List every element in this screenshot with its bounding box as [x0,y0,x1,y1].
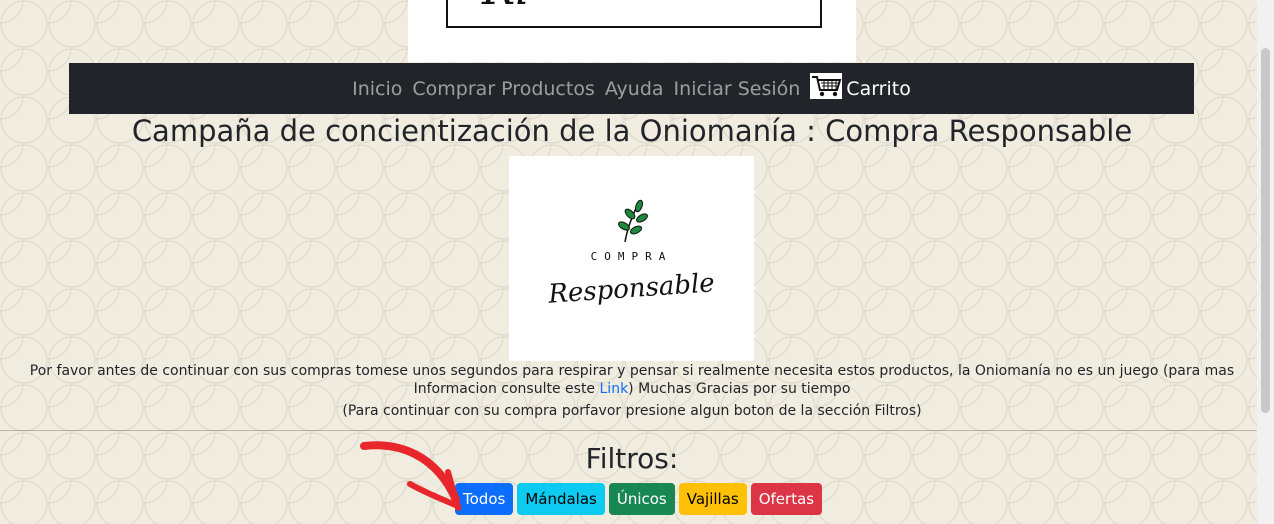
leaf-branch-icon [613,198,651,248]
site-logo[interactable]: Ri [408,0,856,62]
cart-icon [810,73,843,104]
filter-buttons: Todos Mándalas Únicos Vajillas Ofertas [455,483,823,515]
nav-item-inicio[interactable]: Inicio [352,78,402,100]
info-link[interactable]: Link [600,381,629,397]
campaign-logo-line1: COMPRA [590,250,673,263]
campaign-message: Por favor antes de continuar con sus com… [20,362,1244,398]
nav-item-iniciar-sesion[interactable]: Iniciar Sesión [674,78,801,100]
cart-label: Carrito [846,77,911,100]
filter-unicos-button[interactable]: Únicos [608,483,675,515]
campaign-logo: COMPRA Responsable [509,156,754,361]
scrollbar[interactable] [1257,0,1274,524]
nav-item-carrito[interactable]: Carrito [810,73,911,104]
scrollbar-thumb[interactable] [1261,48,1270,413]
instruction-text: (Para continuar con su compra porfavor p… [342,403,922,419]
page-title: Campaña de concientización de la Onioman… [131,114,1133,148]
nav-item-ayuda[interactable]: Ayuda [605,78,664,100]
site-logo-text: Ri [482,0,529,15]
filter-vajillas-button[interactable]: Vajillas [678,483,747,515]
nav-item-comprar-productos[interactable]: Comprar Productos [412,78,594,100]
filters-title: Filtros: [585,442,679,475]
red-arrow-icon [358,436,468,520]
site-logo-frame: Ri [446,0,822,28]
filter-mandalas-button[interactable]: Mándalas [517,483,605,515]
navbar: Inicio Comprar Productos Ayuda Iniciar S… [69,63,1194,114]
filter-ofertas-button[interactable]: Ofertas [750,483,823,515]
campaign-logo-line2: Responsable [547,268,716,310]
divider [0,430,1262,431]
message-text-end: ) Muchas Gracias por su tiempo [628,381,851,397]
